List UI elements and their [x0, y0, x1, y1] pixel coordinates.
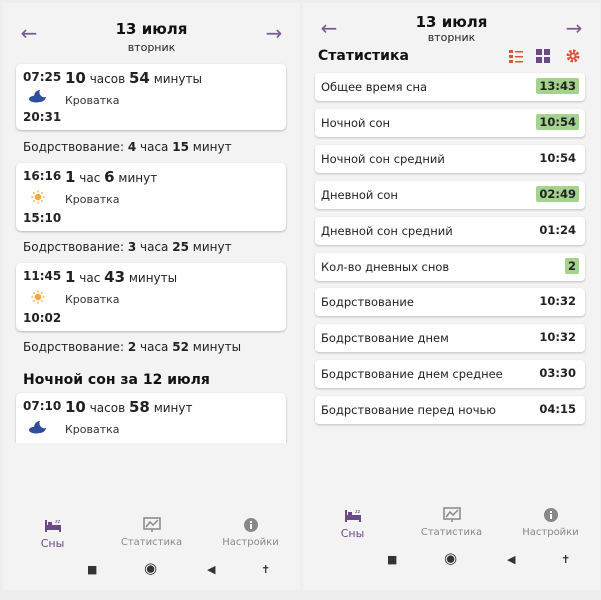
- stat-row: Дневной сон 02:49: [315, 180, 585, 209]
- sleep-card[interactable]: 11:45 10:02 1 час 43 минуты Кроватка: [16, 263, 286, 331]
- stat-label: Ночной сон средний: [321, 151, 445, 166]
- stat-label: Бодрствование днем: [321, 331, 449, 346]
- nav-sleeps[interactable]: zz Сны: [303, 507, 402, 540]
- stat-row: Ночной сон 10:54: [315, 108, 585, 137]
- sleep-card[interactable]: 07:10 10 часов 58 минут Кроватка: [16, 393, 286, 443]
- awake-interval: Бодрствование: 2 часа 52 минуты: [23, 340, 242, 354]
- info-icon: [243, 518, 258, 532]
- sun-icon: [31, 190, 45, 204]
- sleep-start-time: 16:16: [23, 169, 62, 183]
- header-weekday: вторник: [427, 31, 476, 44]
- stat-label: Общее время сна: [321, 80, 428, 94]
- stat-row: Бодрствование 10:32: [315, 288, 585, 317]
- system-nav-bar: ■ ◉ ◀ ✝: [3, 557, 300, 583]
- svg-text:zz: zz: [55, 519, 61, 525]
- sleep-place: Кроватка: [65, 293, 120, 306]
- info-icon: [543, 508, 558, 522]
- sleep-duration: 1 час 6 минут: [65, 168, 158, 186]
- sleeps-screen: ← 13 июля вторник → 07:25 20:31 10 часов…: [3, 3, 300, 590]
- stat-row: Дневной сон средний 01:24: [315, 216, 585, 245]
- stat-label: Бодрствование днем среднее: [321, 367, 503, 382]
- sleep-end-time: 10:02: [23, 311, 62, 325]
- stat-label: Ночной сон: [321, 115, 391, 130]
- stat-value: 10:32: [539, 294, 576, 309]
- nav-settings[interactable]: Настройки: [501, 507, 600, 538]
- recent-apps-icon[interactable]: ■: [87, 563, 97, 577]
- sleep-end-time: 20:31: [23, 110, 62, 124]
- sleep-place: Кроватка: [65, 423, 120, 436]
- awake-interval: Бодрствование: 4 часа 15 минут: [23, 140, 232, 154]
- system-nav-bar: ■ ◉ ◀ ✝: [303, 547, 600, 573]
- stat-row: Общее время сна 13:43: [315, 73, 585, 101]
- moon-cloud-icon: [29, 90, 46, 103]
- moon-cloud-icon: [29, 421, 46, 434]
- statistics-title: Статистика: [318, 48, 409, 64]
- sleep-card[interactable]: 07:25 20:31 10 часов 54 минуты Кроватка: [16, 64, 286, 130]
- svg-text:zz: zz: [355, 509, 361, 515]
- back-icon[interactable]: ◀: [207, 563, 215, 577]
- home-icon[interactable]: ◉: [144, 561, 157, 576]
- nav-settings[interactable]: Настройки: [201, 517, 300, 548]
- back-icon[interactable]: ◀: [507, 553, 515, 567]
- list-view-icon[interactable]: [508, 48, 524, 64]
- sleep-start-time: 11:45: [23, 269, 62, 283]
- stat-value: 10:32: [539, 330, 576, 345]
- bed-icon: zz: [344, 509, 361, 522]
- chart-board-icon: [442, 507, 461, 522]
- header-date: 13 июля: [415, 13, 488, 31]
- stat-row: Бодрствование днем среднее 03:30: [315, 360, 585, 389]
- stat-value: 13:43: [536, 78, 579, 94]
- bottom-nav: zz Сны Статистика Настройки: [3, 517, 300, 553]
- stat-value: 10:54: [536, 113, 579, 130]
- night-sleep-section-title: Ночной сон за 12 июля: [23, 372, 210, 388]
- date-header: ← 13 июля вторник →: [3, 3, 300, 61]
- sleep-duration: 10 часов 54 минуты: [65, 69, 202, 87]
- statistics-screen: ← 13 июля вторник → Статистика Общее вре…: [303, 3, 600, 590]
- stat-label: Кол-во дневных снов: [321, 259, 450, 274]
- bottom-nav: zz Сны Статистика Настройки: [303, 507, 600, 543]
- grid-view-icon[interactable]: [535, 48, 551, 64]
- stat-row: Бодрствование перед ночью 04:15: [315, 396, 585, 425]
- chart-board-icon: [142, 517, 161, 532]
- sleep-start-time: 07:25: [23, 70, 62, 84]
- header-date: 13 июля: [115, 20, 188, 38]
- stat-label: Дневной сон: [321, 187, 398, 202]
- accessibility-icon[interactable]: ✝: [261, 563, 270, 577]
- sleep-place: Кроватка: [65, 193, 120, 206]
- sleep-end-time: 15:10: [23, 211, 62, 225]
- stat-label: Бодрствование: [321, 295, 414, 310]
- sleep-card[interactable]: 16:16 15:10 1 час 6 минут Кроватка: [16, 163, 286, 231]
- recent-apps-icon[interactable]: ■: [387, 553, 397, 567]
- stat-label: Бодрствование перед ночью: [321, 403, 496, 418]
- next-day-arrow-icon[interactable]: →: [564, 18, 584, 38]
- sleep-duration: 1 час 43 минуты: [65, 268, 178, 286]
- stat-value: 01:24: [539, 222, 576, 237]
- next-day-arrow-icon[interactable]: →: [264, 23, 284, 43]
- sleep-duration: 10 часов 58 минут: [65, 398, 193, 416]
- stat-value: 04:15: [539, 402, 576, 417]
- accessibility-icon[interactable]: ✝: [561, 553, 570, 567]
- stat-row: Кол-во дневных снов 2: [315, 252, 585, 281]
- sleep-start-time: 07:10: [23, 399, 62, 413]
- bed-icon: zz: [44, 519, 61, 532]
- stat-label: Дневной сон средний: [321, 223, 453, 238]
- sleep-place: Кроватка: [65, 94, 120, 107]
- stat-row: Ночной сон средний 10:54: [315, 144, 585, 173]
- nav-statistics[interactable]: Статистика: [402, 507, 501, 538]
- sun-icon: [31, 290, 45, 304]
- nav-sleeps[interactable]: zz Сны: [3, 517, 102, 550]
- stat-value: 02:49: [536, 185, 579, 202]
- nav-statistics[interactable]: Статистика: [102, 517, 201, 548]
- stat-value: 2: [564, 257, 579, 274]
- gear-icon[interactable]: [565, 48, 581, 64]
- stat-value: 03:30: [539, 366, 576, 381]
- date-header: ← 13 июля вторник →: [303, 3, 600, 47]
- stat-row: Бодрствование днем 10:32: [315, 324, 585, 353]
- header-weekday: вторник: [127, 41, 176, 54]
- home-icon[interactable]: ◉: [444, 551, 457, 566]
- awake-interval: Бодрствование: 3 часа 25 минут: [23, 240, 232, 254]
- stat-value: 10:54: [539, 150, 576, 165]
